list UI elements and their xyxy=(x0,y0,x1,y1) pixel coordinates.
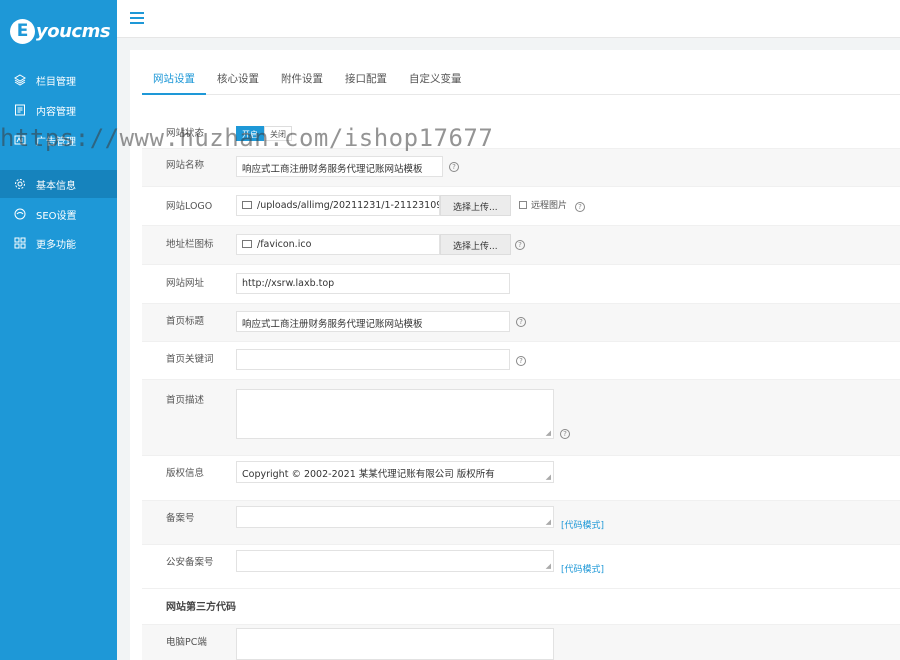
layers-icon xyxy=(14,74,26,86)
sidebar: E youcms 栏目管理 内容管理 广告管理 基本信息 SEO设置 更多功能 xyxy=(0,0,117,660)
help-icon[interactable]: ? xyxy=(516,356,526,366)
pc-code-textarea[interactable] xyxy=(236,628,554,660)
remote-image-label: 远程图片 xyxy=(531,201,568,211)
field-label: 版权信息 xyxy=(166,468,205,479)
tab-core-settings[interactable]: 核心设置 xyxy=(206,66,270,95)
icp-textarea[interactable]: ◢ xyxy=(236,506,554,528)
sidebar-item-label: SEO设置 xyxy=(36,210,77,222)
help-icon[interactable]: ? xyxy=(575,202,585,212)
form-row-police: 公安备案号 ◢ [代码模式] xyxy=(142,545,900,589)
document-icon xyxy=(15,104,25,116)
image-icon xyxy=(242,240,252,248)
description-textarea[interactable]: ◢ xyxy=(236,389,554,439)
logo-path-value: /uploads/allimg/20211231/1-2112310938 xyxy=(257,200,440,211)
field-label: 首页关键词 xyxy=(166,354,214,365)
logo-upload-button[interactable]: 选择上传... xyxy=(440,195,511,216)
tab-bar: 网站设置 核心设置 附件设置 接口配置 自定义变量 xyxy=(142,66,900,95)
sidebar-item-label: 更多功能 xyxy=(36,239,76,251)
tab-site-settings[interactable]: 网站设置 xyxy=(142,66,206,95)
section-heading: 网站第三方代码 xyxy=(166,602,236,613)
field-label: 网站网址 xyxy=(166,278,205,289)
site-url-input[interactable]: http://xsrw.laxb.top xyxy=(236,273,510,294)
help-icon[interactable]: ? xyxy=(515,240,525,250)
form-row-copyright: 版权信息 Copyright © 2002-2021 某某代理记账有限公司 版权… xyxy=(142,456,900,501)
logo-path-input[interactable]: /uploads/allimg/20211231/1-2112310938 xyxy=(236,195,440,216)
resize-handle-icon[interactable]: ◢ xyxy=(546,473,551,481)
sidebar-item-more[interactable]: 更多功能 xyxy=(0,229,117,257)
favicon-path-input[interactable]: /favicon.ico xyxy=(236,234,440,255)
form-row-site-name: 网站名称 响应式工商注册财务服务代理记账网站模板 ? xyxy=(142,149,900,187)
sidebar-item-basic-info[interactable]: 基本信息 xyxy=(0,170,117,198)
form-section-third-party: 网站第三方代码 xyxy=(142,589,900,625)
field-label: 地址栏图标 xyxy=(166,239,214,250)
police-textarea[interactable]: ◢ xyxy=(236,550,554,572)
logo-text: youcms xyxy=(36,20,111,42)
grid-icon xyxy=(14,237,26,249)
sidebar-item-column[interactable]: 栏目管理 xyxy=(0,66,117,94)
sidebar-item-label: 栏目管理 xyxy=(36,76,76,88)
remote-image-checkbox[interactable] xyxy=(519,201,527,209)
image-icon xyxy=(242,201,252,209)
logo[interactable]: E youcms xyxy=(10,17,111,45)
seo-icon xyxy=(14,208,26,220)
form-row-keywords: 首页关键词 ? xyxy=(142,342,900,380)
form-row-url: 网站网址 http://xsrw.laxb.top xyxy=(142,265,900,304)
sidebar-item-label: 基本信息 xyxy=(36,180,76,192)
help-icon[interactable]: ? xyxy=(449,162,459,172)
resize-handle-icon[interactable]: ◢ xyxy=(546,518,551,526)
resize-handle-icon[interactable]: ◢ xyxy=(546,562,551,570)
keywords-input[interactable] xyxy=(236,349,510,370)
field-label: 首页标题 xyxy=(166,316,205,327)
field-label: 首页描述 xyxy=(166,395,205,406)
site-name-input[interactable]: 响应式工商注册财务服务代理记账网站模板 xyxy=(236,156,443,177)
field-label: 备案号 xyxy=(166,513,195,524)
top-bar xyxy=(117,0,900,38)
field-label: 网站名称 xyxy=(166,160,205,171)
form-row-pc: 电脑PC端 xyxy=(142,625,900,660)
form-row-description: 首页描述 ◢ ? xyxy=(142,380,900,456)
tab-interface-config[interactable]: 接口配置 xyxy=(334,66,398,95)
form-row-icp: 备案号 ◢ [代码模式] xyxy=(142,501,900,545)
field-label: 网站LOGO xyxy=(166,201,213,212)
favicon-upload-button[interactable]: 选择上传... xyxy=(440,234,511,255)
tab-attachment-settings[interactable]: 附件设置 xyxy=(270,66,334,95)
form-row-logo: 网站LOGO /uploads/allimg/20211231/1-211231… xyxy=(142,187,900,226)
home-title-input[interactable]: 响应式工商注册财务服务代理记账网站模板 xyxy=(236,311,510,332)
copyright-textarea[interactable]: Copyright © 2002-2021 某某代理记账有限公司 版权所有 ◢ xyxy=(236,461,554,483)
police-code-mode-link[interactable]: [代码模式] xyxy=(561,562,604,575)
form-row-favicon: 地址栏图标 /favicon.ico 选择上传... ? xyxy=(142,226,900,265)
sidebar-item-content[interactable]: 内容管理 xyxy=(0,96,117,124)
tab-custom-variables[interactable]: 自定义变量 xyxy=(398,66,473,95)
logo-badge: E xyxy=(10,18,35,44)
copyright-value: Copyright © 2002-2021 某某代理记账有限公司 版权所有 xyxy=(242,469,495,480)
sidebar-item-seo[interactable]: SEO设置 xyxy=(0,200,117,228)
icp-code-mode-link[interactable]: [代码模式] xyxy=(561,518,604,531)
form-row-home-title: 首页标题 响应式工商注册财务服务代理记账网站模板 ? xyxy=(142,304,900,342)
field-label: 电脑PC端 xyxy=(166,637,207,648)
sidebar-item-label: 内容管理 xyxy=(36,106,76,118)
field-label: 公安备案号 xyxy=(166,557,214,568)
help-icon[interactable]: ? xyxy=(560,429,570,439)
gear-icon xyxy=(15,179,25,189)
help-icon[interactable]: ? xyxy=(516,317,526,327)
favicon-path-value: /favicon.ico xyxy=(257,239,312,250)
watermark-overlay: https://www.huzhan.com/ishop17677 xyxy=(0,124,494,152)
resize-handle-icon[interactable]: ◢ xyxy=(546,429,551,437)
menu-toggle-icon[interactable] xyxy=(130,12,144,24)
